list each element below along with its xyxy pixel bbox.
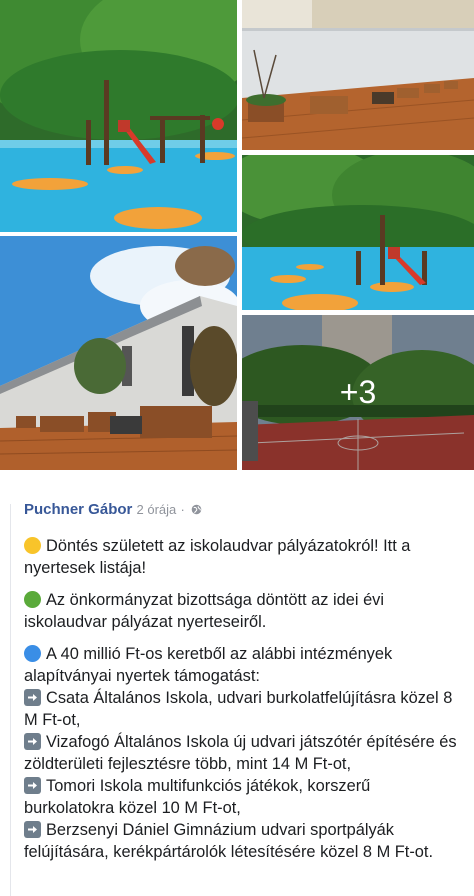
post-author[interactable]: Puchner Gábor [24, 501, 132, 518]
playground-image [0, 0, 237, 232]
photo-gallery: +3 [0, 0, 474, 474]
post-header: Puchner Gábor 2 órája · [24, 500, 202, 520]
winner-item: Vizafogó Általános Iskola új udvari játs… [24, 733, 457, 773]
globe-icon[interactable] [191, 501, 202, 515]
post-time[interactable]: 2 órája [137, 502, 177, 517]
photo-playground-1[interactable] [0, 0, 237, 232]
right-arrow-icon [24, 689, 41, 706]
photo-sports-court[interactable]: +3 [242, 315, 474, 470]
comment-thread-line [10, 504, 11, 896]
right-arrow-icon [24, 733, 41, 750]
building-image [0, 236, 237, 470]
yellow-circle-icon [24, 537, 41, 554]
playground-image-2 [242, 155, 474, 310]
blue-circle-icon [24, 645, 41, 662]
photo-playground-2[interactable] [242, 155, 474, 310]
post: Puchner Gábor 2 órája · Döntés született… [0, 486, 474, 896]
photo-courtyard-planters[interactable] [242, 0, 474, 150]
winner-item: Csata Általános Iskola, udvari burkolatf… [24, 689, 453, 729]
post-body: Döntés született az iskolaudvar pályázat… [24, 535, 460, 863]
post-paragraph-3: A 40 millió Ft-os keretből az alábbi int… [24, 645, 393, 685]
post-paragraph-2: Az önkormányzat bizottsága döntött az id… [24, 591, 385, 631]
winner-item: Berzsenyi Dániel Gimnázium udvari sportp… [24, 821, 434, 861]
photo-building-planters[interactable] [0, 236, 237, 470]
more-photos-count: +3 [339, 374, 377, 410]
courtyard-image [242, 0, 474, 150]
more-photos-overlay[interactable]: +3 [242, 315, 474, 470]
winner-item: Tomori Iskola multifunkciós játékok, kor… [24, 777, 371, 817]
right-arrow-icon [24, 821, 41, 838]
right-arrow-icon [24, 777, 41, 794]
post-paragraph-1: Döntés született az iskolaudvar pályázat… [24, 537, 411, 577]
meta-separator: · [180, 502, 185, 517]
green-circle-icon [24, 591, 41, 608]
